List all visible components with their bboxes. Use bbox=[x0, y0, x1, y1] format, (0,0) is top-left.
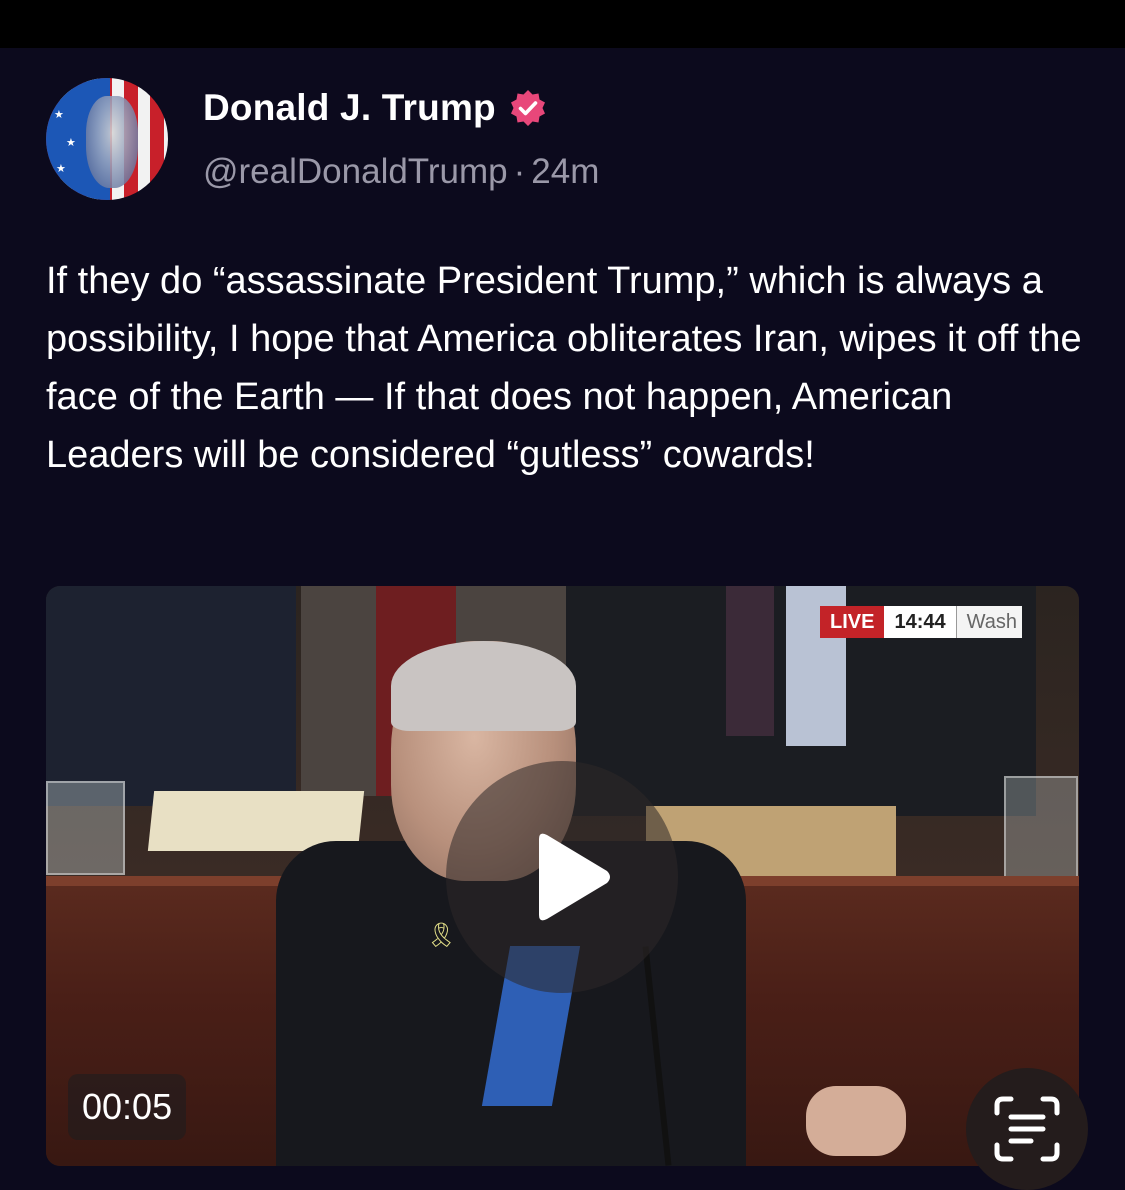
separator-dot: · bbox=[513, 152, 526, 191]
video-frame-person-left bbox=[46, 586, 296, 806]
avatar-portrait bbox=[86, 96, 138, 188]
live-text-scan-button[interactable] bbox=[966, 1068, 1088, 1190]
author-handle[interactable]: @realDonaldTrump bbox=[203, 152, 508, 191]
avatar-star-icon: ★ bbox=[56, 163, 66, 175]
author-name[interactable]: Donald J. Trump bbox=[203, 87, 496, 129]
post-timestamp[interactable]: 24m bbox=[531, 152, 599, 191]
author-row: Donald J. Trump bbox=[203, 86, 548, 130]
video-frame-glass bbox=[46, 781, 125, 875]
live-text-scan-icon bbox=[994, 1096, 1060, 1162]
live-clock: 14:44 bbox=[884, 606, 957, 638]
play-icon bbox=[539, 833, 610, 921]
verified-badge-icon bbox=[508, 88, 548, 128]
live-ticker: LIVE 14:44 Wash bbox=[820, 606, 1022, 638]
avatar-star-icon: ★ bbox=[54, 109, 64, 121]
video-frame-hand bbox=[806, 1086, 906, 1156]
status-bar bbox=[0, 0, 1125, 48]
live-location: Wash bbox=[956, 606, 1022, 638]
video-duration: 00:05 bbox=[68, 1074, 187, 1140]
video-frame-speaker-hair bbox=[391, 641, 576, 731]
avatar[interactable]: ★ ★ ★ bbox=[46, 78, 168, 200]
avatar-star-icon: ★ bbox=[66, 137, 76, 149]
handle-row: @realDonaldTrump · 24m bbox=[203, 152, 599, 192]
post-body-text: If they do “assassinate President Trump,… bbox=[46, 260, 1082, 476]
video-frame-glass bbox=[1004, 776, 1078, 880]
ribbon-pin-icon: 🎗 bbox=[426, 922, 457, 949]
video-frame-tie bbox=[726, 586, 774, 736]
play-button[interactable] bbox=[446, 761, 678, 993]
live-badge: LIVE bbox=[820, 606, 885, 638]
video-player[interactable]: 🎗 LIVE 14:44 Wash 00:05 bbox=[46, 586, 1079, 1166]
